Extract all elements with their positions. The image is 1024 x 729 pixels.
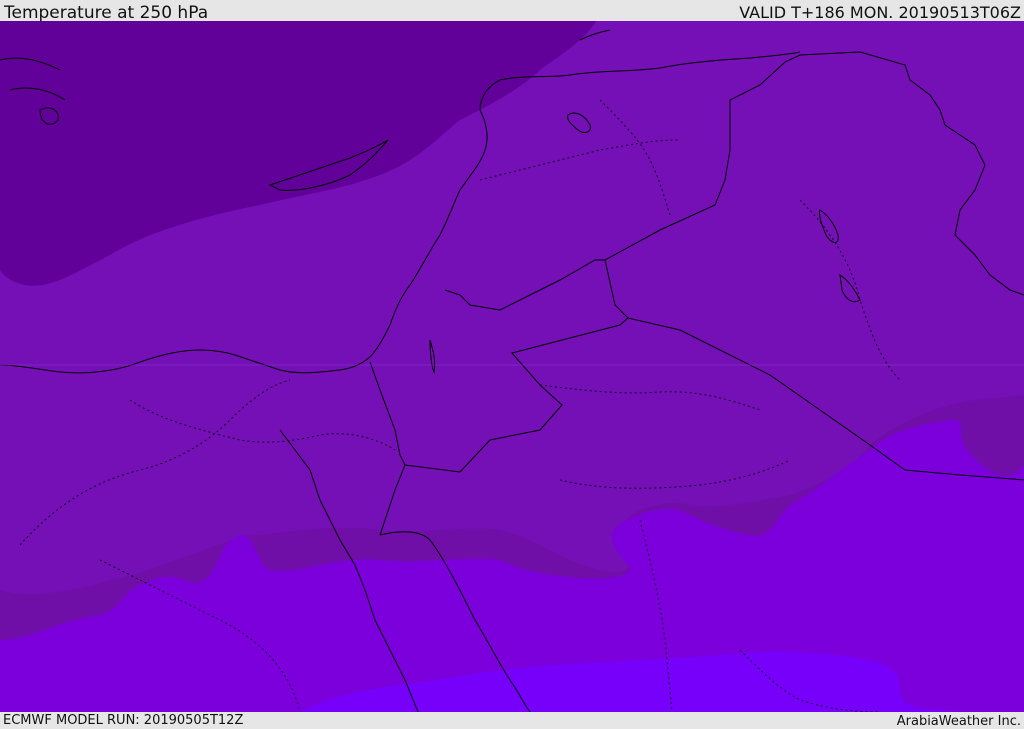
map-canvas xyxy=(0,21,1024,712)
credit-text: ArabiaWeather Inc. xyxy=(896,714,1021,729)
valid-time: VALID T+186 MON. 20190513T06Z xyxy=(739,3,1021,22)
model-run-info: ECMWF MODEL RUN: 20190505T12Z xyxy=(3,713,244,728)
footer-bar: ECMWF MODEL RUN: 20190505T12Z ArabiaWeat… xyxy=(0,712,1024,729)
weather-map[interactable] xyxy=(0,21,1024,712)
header-bar: Temperature at 250 hPa VALID T+186 MON. … xyxy=(0,0,1024,23)
map-page: Temperature at 250 hPa VALID T+186 MON. … xyxy=(0,0,1024,729)
map-title: Temperature at 250 hPa xyxy=(4,3,209,23)
